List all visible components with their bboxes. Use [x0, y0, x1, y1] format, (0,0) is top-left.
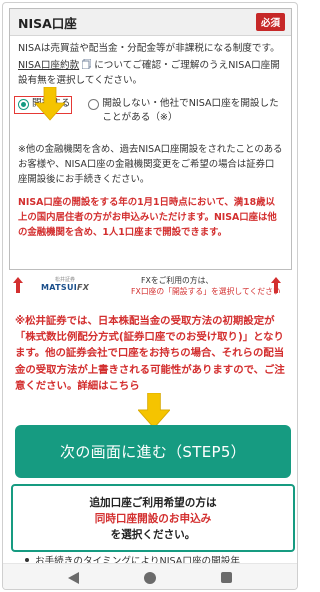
nisa-note: ※他の金融機関を含め、過去NISA口座開設をされたことのあるお客様や、NISA口…: [18, 144, 283, 185]
phone-screen: NISA口座 必須 NISAは売買益や配当金・分配金等が非課税になる制度です。 …: [2, 2, 298, 590]
recent-apps-icon[interactable]: [221, 572, 232, 583]
radio-not-open-circle[interactable]: [88, 99, 100, 110]
pointer-arrow-icon: [138, 393, 170, 429]
radio-not-open[interactable]: 開設しない・他社でNISA口座を開設したことがある（※）: [88, 97, 283, 131]
document-icon: [82, 59, 92, 69]
back-icon[interactable]: [68, 572, 79, 584]
nisa-terms-link[interactable]: NISA口座約款: [18, 60, 79, 71]
additional-line-1: 追加口座ご利用希望の方は: [89, 497, 217, 509]
fx-text-2: FX口座の「開設する」を選択してください: [131, 287, 281, 296]
pointer-arrow-icon: [35, 87, 65, 121]
fx-text-1: FXをご利用の方は、: [141, 276, 214, 285]
nisa-title: NISA口座: [18, 15, 77, 31]
additional-line-2: 同時口座開設のお申込み: [94, 513, 212, 525]
fx-notice: 松井証券 MATSUIFX FXをご利用の方は、 FX口座の「開設する」を選択し…: [9, 275, 292, 297]
home-icon[interactable]: [144, 572, 156, 584]
android-nav-bar: [3, 563, 297, 589]
nisa-terms-text: NISA口座約款 についてご確認・ご理解のうえNISA口座開設有無を選択してくださ…: [18, 58, 283, 88]
dividend-warning: ※松井証券では、日本株配当金の受取方法の初期設定が「株式数比例配分方式(証券口座…: [15, 315, 285, 392]
nisa-card: NISA口座 必須 NISAは売買益や配当金・分配金等が非課税になる制度です。 …: [9, 8, 292, 270]
additional-account-box[interactable]: 追加口座ご利用希望の方は 同時口座開設のお申込み を選択ください。: [11, 484, 295, 552]
up-arrow-icon: [13, 277, 23, 293]
additional-line-3: を選択ください。: [110, 529, 196, 541]
nisa-body: NISAは売買益や配当金・分配金等が非課税になる制度です。 NISA口座約款 につ…: [10, 36, 291, 240]
next-step-button[interactable]: 次の画面に進む（STEP5）: [15, 425, 291, 478]
up-arrow-icon: [271, 277, 281, 293]
radio-open-circle[interactable]: [18, 99, 29, 110]
required-badge: 必須: [255, 13, 285, 31]
radio-not-open-label: 開設しない・他社でNISA口座を開設したことがある（※）: [102, 98, 279, 123]
nisa-header: NISA口座 必須: [10, 9, 291, 36]
matsui-fx-logo: 松井証券 MATSUIFX: [41, 277, 90, 292]
nisa-intro: NISAは売買益や配当金・分配金等が非課税になる制度です。: [18, 43, 280, 54]
nisa-red-note: NISA口座の開設をする年の1月1日時点において、満18歳以上の国内居住者の方が…: [18, 197, 277, 238]
